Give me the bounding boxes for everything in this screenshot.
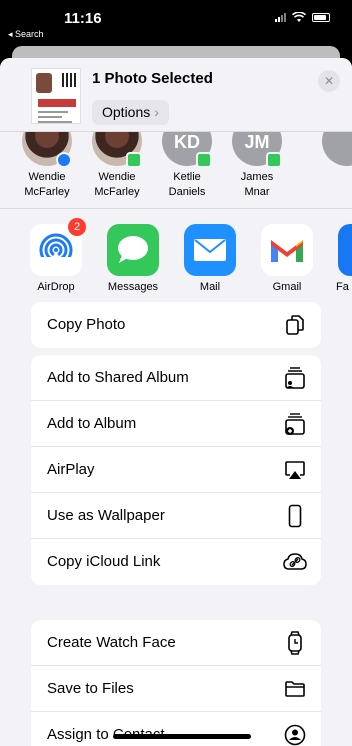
avatar-initials: JM — [244, 132, 270, 152]
messages-badge-icon — [266, 152, 282, 168]
folder-icon — [283, 677, 307, 701]
action-label: Copy Photo — [47, 316, 126, 333]
home-indicator — [113, 734, 251, 739]
avatar-initials: KD — [174, 132, 200, 152]
add-to-shared-album-button[interactable]: Add to Shared Album — [31, 355, 321, 401]
action-label: Add to Shared Album — [47, 369, 189, 386]
contact-first-name: Ketlie — [173, 171, 201, 183]
notification-badge: 2 — [68, 218, 86, 236]
contact-first-name: James — [240, 171, 274, 183]
share-title: 1 Photo Selected — [92, 70, 213, 87]
app-mail[interactable]: Mail — [174, 224, 246, 293]
watch-icon — [283, 631, 307, 655]
add-album-icon — [283, 412, 307, 436]
apps-row: 2 AirDrop Messages Mail Gmail Fa — [0, 218, 352, 293]
action-label: Save to Files — [47, 680, 134, 697]
contact-item[interactable]: KD Ketlie Daniels — [152, 132, 222, 200]
app-gmail[interactable]: Gmail — [251, 224, 323, 293]
app-airdrop[interactable]: 2 AirDrop — [20, 218, 92, 293]
avatar — [92, 132, 142, 168]
airplay-icon — [283, 458, 307, 482]
actions-group-1: Copy Photo — [31, 302, 321, 348]
airdrop-icon: 2 — [30, 218, 86, 276]
share-sheet: 1 Photo Selected Options › ✕ Wendie McFarl… — [0, 58, 352, 746]
copy-photo-icon — [283, 313, 307, 337]
contact-first-name: Wendie — [28, 171, 66, 183]
app-messages[interactable]: Messages — [97, 224, 169, 293]
copy-icloud-link-button[interactable]: Copy iCloud Link — [31, 539, 321, 585]
contact-item[interactable]: Wendie McFarley — [82, 132, 152, 200]
app-facebook[interactable]: Fa — [328, 224, 352, 293]
contact-icon — [283, 723, 307, 746]
assign-to-contact-button[interactable]: Assign to Contact — [31, 712, 321, 746]
photo-thumbnail — [31, 68, 81, 124]
share-header: 1 Photo Selected Options › ✕ — [0, 58, 352, 132]
contact-last-name: Daniels — [168, 186, 206, 198]
copy-photo-button[interactable]: Copy Photo — [31, 302, 321, 348]
contact-last-name: McFarley — [24, 186, 70, 198]
action-label: Create Watch Face — [47, 634, 176, 651]
messages-badge-icon — [196, 152, 212, 168]
section-divider — [0, 208, 352, 209]
phone-icon — [283, 504, 307, 528]
app-label: Mail — [199, 281, 221, 293]
back-to-search-link[interactable]: ◂ Search — [8, 29, 44, 40]
actions-group-3: Create Watch Face Save to Files Assign t… — [31, 620, 321, 746]
contact-first-name: Wendie — [98, 171, 136, 183]
mail-icon — [184, 224, 236, 276]
status-icons — [275, 12, 330, 23]
action-label: AirPlay — [47, 461, 95, 478]
chevron-right-icon: › — [154, 104, 159, 120]
battery-icon — [312, 13, 330, 22]
options-button[interactable]: Options › — [92, 100, 169, 125]
avatar — [322, 132, 352, 166]
avatar — [22, 132, 72, 168]
action-label: Copy iCloud Link — [47, 553, 161, 570]
icloud-link-icon — [283, 550, 307, 574]
status-bar: 11:16 ◂ Search — [0, 0, 352, 44]
action-label: Add to Album — [47, 415, 137, 432]
close-icon[interactable]: ✕ — [318, 70, 340, 92]
gmail-icon — [261, 224, 313, 276]
actions-group-2: Add to Shared Album Add to Album AirPlay… — [31, 355, 321, 585]
status-time: 11:16 — [64, 10, 102, 27]
avatar: JM — [232, 132, 282, 168]
messages-badge-icon — [126, 152, 142, 168]
app-label: Messages — [107, 281, 159, 293]
facebook-icon — [338, 224, 352, 276]
contacts-row: Wendie McFarley Wendie McFarley KD Ketlie D… — [0, 132, 352, 208]
airplay-button[interactable]: AirPlay — [31, 447, 321, 493]
airdrop-badge-icon — [56, 152, 72, 168]
signal-icon — [275, 13, 286, 22]
add-to-album-button[interactable]: Add to Album — [31, 401, 321, 447]
contact-item[interactable]: JM James Mnar — [222, 132, 292, 200]
wifi-icon — [292, 12, 306, 22]
app-label: Gmail — [272, 281, 302, 293]
contact-last-name: McFarley — [94, 186, 140, 198]
shared-album-icon — [283, 366, 307, 390]
contact-item[interactable] — [312, 132, 352, 166]
app-label: AirDrop — [37, 281, 75, 293]
contact-item[interactable]: Wendie McFarley — [12, 132, 82, 200]
avatar: KD — [162, 132, 212, 168]
save-to-files-button[interactable]: Save to Files — [31, 666, 321, 712]
options-label: Options — [102, 104, 151, 120]
create-watch-face-button[interactable]: Create Watch Face — [31, 620, 321, 666]
app-label: Fa — [336, 281, 349, 293]
messages-icon — [107, 224, 159, 276]
use-as-wallpaper-button[interactable]: Use as Wallpaper — [31, 493, 321, 539]
contact-last-name: Mnar — [244, 186, 270, 198]
action-label: Use as Wallpaper — [47, 507, 165, 524]
